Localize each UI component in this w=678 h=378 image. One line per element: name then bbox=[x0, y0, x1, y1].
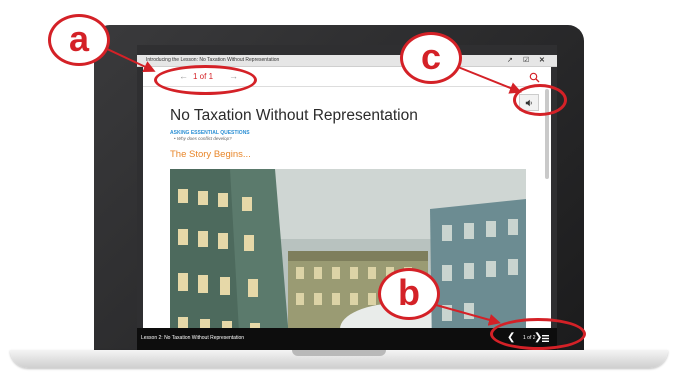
highlight-ring-page-nav bbox=[154, 65, 257, 95]
callout-c: c bbox=[400, 32, 462, 84]
arrow-b bbox=[435, 304, 501, 326]
arrow-a bbox=[104, 47, 156, 73]
callout-b: b bbox=[378, 268, 440, 320]
highlight-ring-audio bbox=[513, 84, 567, 116]
screenshot: Introducing the Lesson: No Taxation With… bbox=[0, 0, 678, 378]
highlight-ring-footer-nav bbox=[490, 318, 586, 350]
arrow-c bbox=[457, 66, 522, 94]
callout-a: a bbox=[48, 14, 110, 66]
